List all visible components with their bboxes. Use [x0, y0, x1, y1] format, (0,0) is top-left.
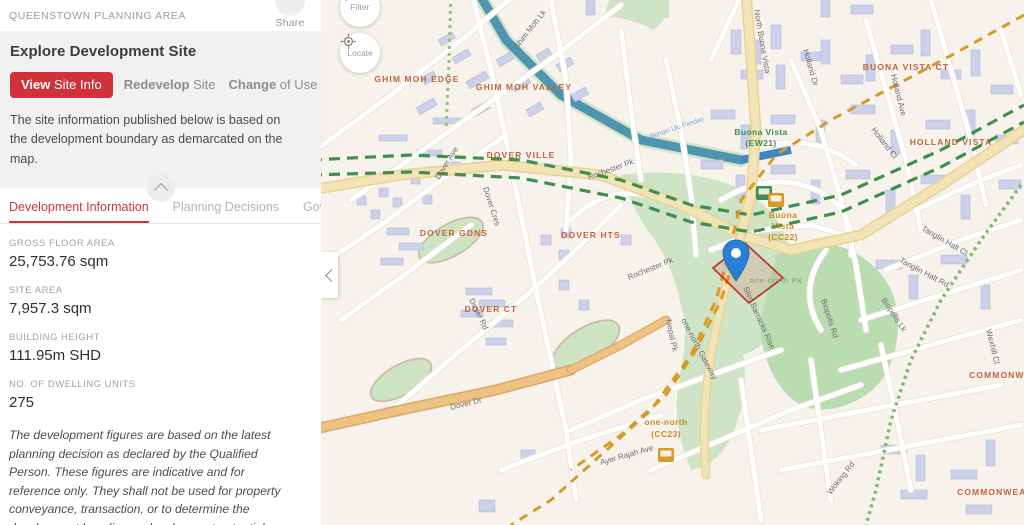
map-station-name-2: Vista: [772, 221, 794, 231]
app-root: QUEENSTOWN PLANNING AREA Share Explore D…: [0, 0, 1024, 525]
map-estate-label: COMMONWEALTH 10: [969, 370, 1024, 380]
chevron-up-icon: [153, 182, 168, 197]
station-buona-vista-cc22: [768, 193, 784, 207]
map-station-code: (CC23): [651, 429, 681, 439]
map-estate-label: DOVER GDNS: [420, 228, 488, 238]
change-of-use-bold: Change: [228, 77, 277, 92]
collapse-sidebar-button[interactable]: [321, 252, 338, 298]
redevelop-site-button[interactable]: Redevelop Site: [122, 72, 218, 98]
field-label: NO. OF DWELLING UNITS: [9, 379, 136, 391]
map-station-code: (CC22): [768, 232, 798, 242]
field-dwelling-units: NO. OF DWELLING UNITS 275: [9, 379, 312, 411]
map-locate-button[interactable]: Locate: [340, 33, 380, 73]
funnel-icon: [345, 0, 348, 1]
field-label: SITE AREA: [9, 285, 63, 297]
locate-target-icon: [341, 34, 356, 49]
field-value: 111.95m SHD: [9, 347, 101, 365]
page-title: Explore Development Site: [10, 43, 197, 60]
tab-planning-decisions[interactable]: Planning Decisions: [173, 200, 279, 223]
development-information-panel: GROSS FLOOR AREA 25,753.76 sqm SITE AREA…: [0, 224, 321, 525]
map-station-name: Buona Vista: [734, 127, 787, 137]
change-of-use-light: of Use: [279, 77, 318, 92]
disclaimer-text: The development figures are based on the…: [9, 428, 281, 525]
map-estate-label: BUONA VISTA CT: [863, 62, 949, 72]
collapse-header-button[interactable]: [146, 174, 175, 203]
planning-area-label: QUEENSTOWN PLANNING AREA: [9, 9, 186, 22]
map-estate-label: GHIM MOH VALLEY: [476, 82, 572, 92]
field-label: GROSS FLOOR AREA: [9, 238, 115, 250]
map-filter-label: Filter: [350, 1, 370, 12]
field-label: BUILDING HEIGHT: [9, 332, 100, 344]
map-locate-label: Locate: [347, 47, 373, 58]
map-estate-label: GHIM MOH EDGE: [374, 74, 459, 84]
map-estate-label: COMMONWEALTH GREEN: [957, 487, 1024, 497]
share-icon: [275, 0, 305, 16]
chevron-left-icon: [324, 268, 338, 282]
tab-government-sales[interactable]: Gove: [303, 200, 321, 223]
map-station-name: Buona: [769, 210, 797, 220]
field-building-height: BUILDING HEIGHT 111.95m SHD: [9, 332, 312, 364]
field-value: 7,957.3 sqm: [9, 300, 92, 318]
map-station-name: one-north: [644, 417, 687, 427]
share-label: Share: [275, 17, 305, 29]
sidebar-header-block: Explore Development Site View Site Info …: [0, 31, 321, 203]
view-site-info-bold: View: [21, 77, 51, 92]
view-site-info-light: Site Info: [54, 77, 102, 92]
redevelop-site-light: Site: [193, 77, 216, 92]
view-site-info-button[interactable]: View Site Info: [10, 72, 113, 98]
sidebar-description: The site information published below is …: [10, 113, 283, 166]
site-info-sidebar: QUEENSTOWN PLANNING AREA Share Explore D…: [0, 0, 321, 525]
map-canvas: Ghim Moh Lk Dover Ave Dover Cres Dover R…: [321, 0, 1024, 525]
map-estate-label: DOVER VILLE: [487, 150, 556, 160]
tab-development-information[interactable]: Development Information: [9, 200, 149, 224]
map-estate-label: HOLLAND VISTA: [910, 137, 993, 147]
field-value: 25,753.76 sqm: [9, 253, 109, 271]
change-of-use-button[interactable]: Change of Use: [227, 72, 320, 98]
sidebar-top-strip: QUEENSTOWN PLANNING AREA Share: [0, 0, 321, 31]
field-gross-floor-area: GROSS FLOOR AREA 25,753.76 sqm: [9, 238, 312, 270]
map-station-code: (EW21): [745, 138, 776, 148]
station-one-north-cc23: [658, 448, 674, 462]
field-site-area: SITE AREA 7,957.3 sqm: [9, 285, 312, 317]
redevelop-site-bold: Redevelop: [123, 77, 190, 92]
map-estate-label: DOVER HTS: [561, 230, 621, 240]
map-view[interactable]: Ghim Moh Lk Dover Ave Dover Cres Dover R…: [321, 0, 1024, 525]
field-value: 275: [9, 394, 35, 412]
map-estate-label: DOVER CT: [465, 304, 518, 314]
action-pill-group: View Site Info Redevelop Site Change of …: [10, 72, 317, 98]
map-park-label: one-north Pk: [750, 276, 803, 285]
share-button[interactable]: Share: [267, 0, 313, 29]
